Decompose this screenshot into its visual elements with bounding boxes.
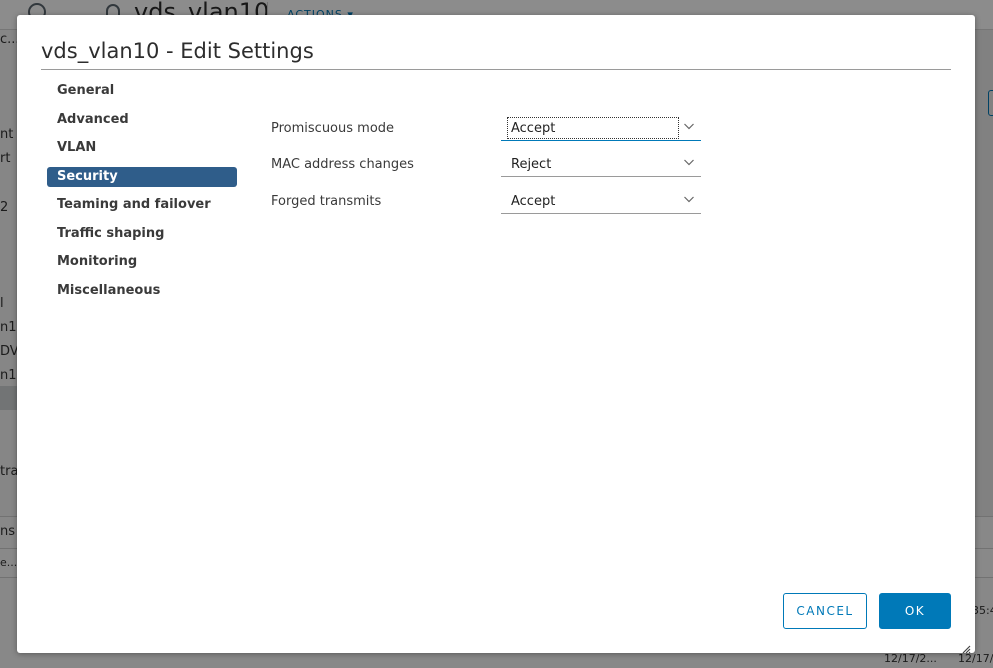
promiscuous-mode-value: Accept [511, 121, 556, 136]
mac-address-changes-label: MAC address changes [271, 157, 414, 172]
nav-item-monitoring[interactable]: Monitoring [47, 252, 237, 272]
mac-address-changes-select[interactable]: Reject [501, 151, 701, 177]
dialog-title: vds_vlan10 - Edit Settings [41, 39, 314, 63]
forged-transmits-label: Forged transmits [271, 194, 382, 209]
nav-item-teaming-and-failover[interactable]: Teaming and failover [47, 195, 237, 215]
nav-item-security[interactable]: Security [47, 166, 237, 187]
promiscuous-mode-label: Promiscuous mode [271, 121, 395, 136]
nav-item-vlan[interactable]: VLAN [47, 138, 237, 158]
forged-transmits-select[interactable]: Accept [501, 188, 701, 214]
nav-item-general[interactable]: General [47, 81, 237, 101]
mac-address-changes-value: Reject [511, 157, 552, 172]
title-divider [41, 69, 951, 70]
chevron-down-icon [683, 156, 695, 168]
resize-handle-icon[interactable] [961, 639, 971, 654]
ok-button[interactable]: OK [879, 593, 951, 629]
promiscuous-mode-row: Promiscuous mode Accept [271, 115, 731, 141]
chevron-down-icon [683, 120, 695, 132]
promiscuous-mode-select[interactable]: Accept [501, 115, 701, 141]
cancel-button[interactable]: CANCEL [783, 593, 867, 629]
settings-nav: General Advanced VLAN Security Teaming a… [47, 81, 237, 309]
edit-settings-dialog: vds_vlan10 - Edit Settings General Advan… [17, 15, 975, 654]
chevron-down-icon [683, 193, 695, 205]
mac-address-changes-row: MAC address changes Reject [271, 151, 731, 177]
nav-item-advanced[interactable]: Advanced [47, 110, 237, 130]
nav-item-traffic-shaping[interactable]: Traffic shaping [47, 224, 237, 244]
forged-transmits-value: Accept [511, 194, 556, 209]
nav-item-miscellaneous[interactable]: Miscellaneous [47, 281, 237, 301]
forged-transmits-row: Forged transmits Accept [271, 188, 731, 214]
